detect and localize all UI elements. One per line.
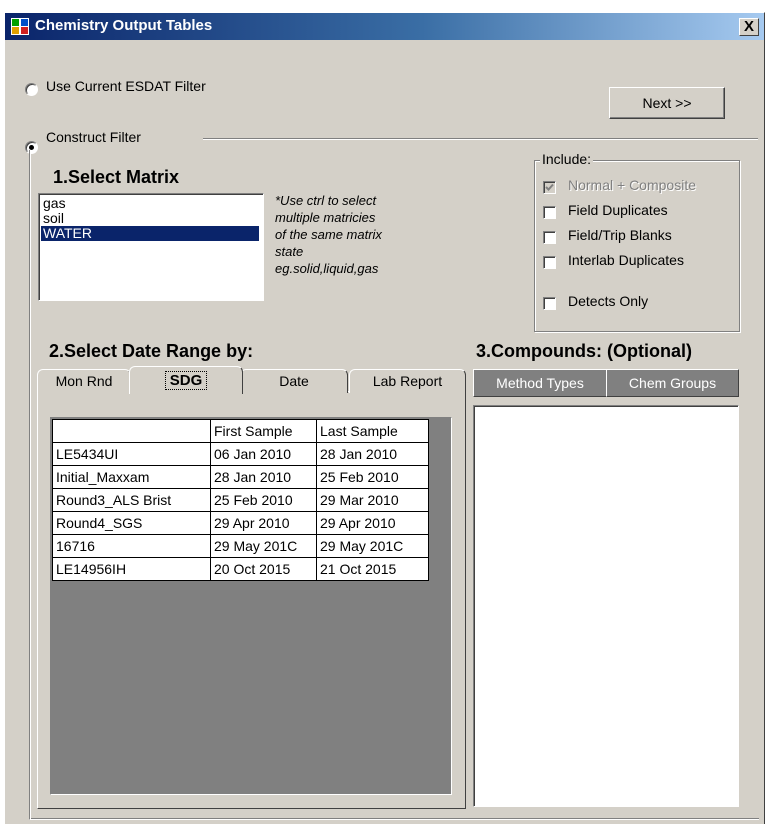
normal-composite-label: Normal + Composite xyxy=(568,177,696,193)
field-trip-blanks-checkbox[interactable] xyxy=(543,231,556,244)
app-grid-icon xyxy=(11,18,29,35)
use-current-filter-radio[interactable] xyxy=(25,83,38,96)
table-cell[interactable]: 29 Apr 2010 xyxy=(210,511,317,535)
table-row[interactable]: LE5434UI 06 Jan 2010 28 Jan 2010 xyxy=(52,442,429,466)
construct-filter-divider xyxy=(203,138,758,140)
table-header-cell[interactable]: Last Sample xyxy=(316,419,429,443)
table-cell[interactable]: 20 Oct 2015 xyxy=(210,557,317,581)
title-bar[interactable]: Chemistry Output Tables X xyxy=(5,13,764,40)
detects-only-label: Detects Only xyxy=(568,293,649,309)
tab-lab-report[interactable]: Lab Report xyxy=(349,369,466,393)
include-legend: Include: xyxy=(540,151,594,167)
table-cell[interactable]: 29 Mar 2010 xyxy=(316,488,429,512)
construct-filter-label: Construct Filter xyxy=(46,129,141,145)
matrix-listbox[interactable]: gas soil WATER xyxy=(38,193,264,301)
table-row[interactable]: 16716 29 May 201C 29 May 201C xyxy=(52,534,429,558)
matrix-note-line: multiple matricies xyxy=(275,210,376,225)
close-button[interactable]: X xyxy=(739,18,759,36)
matrix-note-line: of the same matrix xyxy=(275,227,382,242)
use-current-filter-label: Use Current ESDAT Filter xyxy=(46,78,206,94)
normal-composite-checkbox[interactable] xyxy=(543,181,556,194)
tab-mon-rnd[interactable]: Mon Rnd xyxy=(37,369,131,393)
table-row[interactable]: Round4_SGS 29 Apr 2010 29 Apr 2010 xyxy=(52,511,429,535)
sdg-data-grid[interactable]: First Sample Last Sample LE5434UI 06 Jan… xyxy=(50,417,452,795)
table-cell[interactable]: 25 Feb 2010 xyxy=(316,465,429,489)
window-title: Chemistry Output Tables xyxy=(35,17,213,34)
table-row[interactable]: Initial_Maxxam 28 Jan 2010 25 Feb 2010 xyxy=(52,465,429,489)
chemistry-output-tables-window: Chemistry Output Tables X Use Current ES… xyxy=(4,12,765,824)
table-cell[interactable]: LE5434UI xyxy=(52,442,211,466)
matrix-item-water[interactable]: WATER xyxy=(41,226,259,241)
table-cell[interactable]: 21 Oct 2015 xyxy=(316,557,429,581)
table-header-cell[interactable]: First Sample xyxy=(210,419,317,443)
interlab-duplicates-label: Interlab Duplicates xyxy=(568,252,684,268)
table-cell[interactable]: Round3_ALS Brist xyxy=(52,488,211,512)
table-cell[interactable]: Round4_SGS xyxy=(52,511,211,535)
field-trip-blanks-label: Field/Trip Blanks xyxy=(568,227,672,243)
matrix-item-gas[interactable]: gas xyxy=(41,196,259,211)
interlab-duplicates-checkbox[interactable] xyxy=(543,256,556,269)
compounds-heading: 3.Compounds: (Optional) xyxy=(476,341,692,361)
table-cell[interactable]: 29 May 201C xyxy=(316,534,429,558)
next-button[interactable]: Next >> xyxy=(609,87,725,119)
matrix-note-line: state xyxy=(275,244,304,259)
checkmark-icon xyxy=(545,183,554,191)
field-duplicates-label: Field Duplicates xyxy=(568,202,668,218)
date-range-heading: 2.Select Date Range by: xyxy=(49,341,254,361)
tab-date[interactable]: Date xyxy=(240,369,348,393)
sdg-table: First Sample Last Sample LE5434UI 06 Jan… xyxy=(52,419,429,581)
table-cell[interactable]: 16716 xyxy=(52,534,211,558)
matrix-note-line: *Use ctrl to select xyxy=(275,193,377,208)
tab-sdg[interactable]: SDG xyxy=(129,366,243,394)
table-row[interactable]: Round3_ALS Brist 25 Feb 2010 29 Mar 2010 xyxy=(52,488,429,512)
matrix-item-soil[interactable]: soil xyxy=(41,211,259,226)
method-types-button[interactable]: Method Types xyxy=(473,369,607,397)
table-cell[interactable]: 29 Apr 2010 xyxy=(316,511,429,535)
select-matrix-heading: 1.Select Matrix xyxy=(53,167,180,187)
table-cell[interactable]: 25 Feb 2010 xyxy=(210,488,317,512)
table-row[interactable]: LE14956IH 20 Oct 2015 21 Oct 2015 xyxy=(52,557,429,581)
matrix-note-line: eg.solid,liquid,gas xyxy=(275,261,379,276)
table-header-row: First Sample Last Sample xyxy=(52,419,429,443)
detects-only-checkbox[interactable] xyxy=(543,297,556,310)
table-cell[interactable]: 06 Jan 2010 xyxy=(210,442,317,466)
table-cell[interactable]: Initial_Maxxam xyxy=(52,465,211,489)
tab-sdg-label: SDG xyxy=(164,371,208,390)
table-header-cell[interactable] xyxy=(52,419,211,443)
field-duplicates-checkbox[interactable] xyxy=(543,206,556,219)
matrix-help-note: *Use ctrl to select multiple matricies o… xyxy=(275,192,382,277)
table-cell[interactable]: 28 Jan 2010 xyxy=(316,442,429,466)
table-cell[interactable]: 28 Jan 2010 xyxy=(210,465,317,489)
table-cell[interactable]: 29 May 201C xyxy=(210,534,317,558)
table-cell[interactable]: LE14956IH xyxy=(52,557,211,581)
chem-groups-button[interactable]: Chem Groups xyxy=(606,369,739,397)
compounds-list[interactable] xyxy=(473,405,739,807)
